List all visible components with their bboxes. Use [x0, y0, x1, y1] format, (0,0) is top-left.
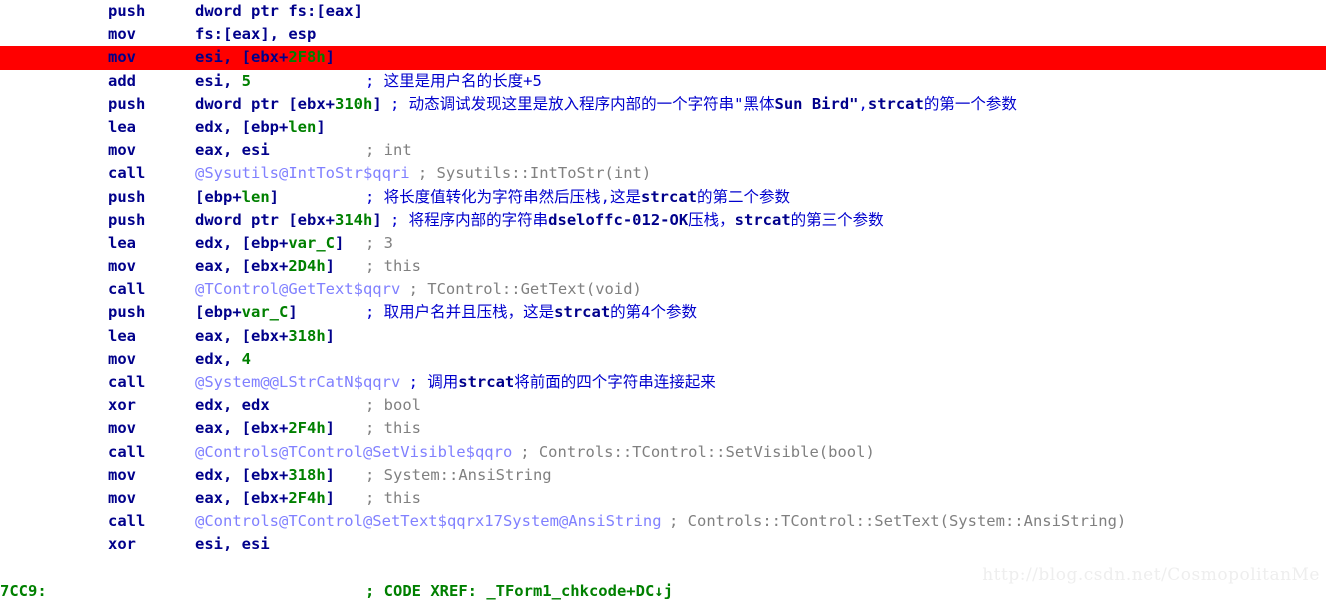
- instruction-operands[interactable]: esi, [ebx+2F8h]: [195, 46, 335, 69]
- disasm-line[interactable]: push dword ptr fs:[eax]: [0, 0, 1326, 23]
- instruction-comment: ; bool: [365, 396, 421, 415]
- instruction-mnemonic: add: [108, 71, 136, 90]
- disasm-line[interactable]: call @Controls@TControl@SetText$qqrx17Sys…: [0, 510, 1326, 533]
- instruction-comment: ; 调用strcat将前面的四个字符串连接起来: [408, 373, 716, 391]
- instruction-operands[interactable]: eax, esi: [195, 139, 270, 162]
- disasm-line[interactable]: lea edx, [ebp+len]: [0, 116, 1326, 139]
- disasm-line[interactable]: push [ebp+var_C] ; 取用户名并且压栈，这是strcat的第4个参数: [0, 301, 1326, 324]
- watermark-text: http://blog.csdn.net/CosmopolitanMe: [982, 565, 1320, 585]
- instruction-mnemonic: mov: [108, 141, 136, 160]
- instruction-comment: ; 将长度值转化为字符串然后压栈,这是strcat的第二个参数: [365, 187, 791, 206]
- instruction-operands[interactable]: esi, 5: [195, 70, 251, 93]
- instruction-operands[interactable]: esi, esi: [195, 533, 270, 556]
- instruction-operands[interactable]: @TControl@GetText$qqrv: [195, 278, 400, 301]
- disasm-line[interactable]: mov fs:[eax], esp: [0, 23, 1326, 46]
- instruction-operands[interactable]: @Controls@TControl@SetVisible$qqro: [195, 441, 512, 464]
- disasm-line[interactable]: call @Controls@TControl@SetVisible$qqro ; …: [0, 441, 1326, 464]
- disasm-line[interactable]: mov edx, 4: [0, 348, 1326, 371]
- instruction-comment: ; this: [365, 419, 421, 438]
- instruction-operands[interactable]: edx, 4: [195, 348, 251, 371]
- disasm-line[interactable]: mov esi, [ebx+2F8h]: [0, 46, 1326, 70]
- instruction-operands[interactable]: @System@@LStrCatN$qqrv: [195, 371, 400, 394]
- instruction-comment: ; 将程序内部的字符串dseloffc-012-OK压栈，strcat的第三个参…: [390, 210, 884, 229]
- disasm-line[interactable]: mov eax, [ebx+2D4h] ; this: [0, 255, 1326, 278]
- instruction-mnemonic: push: [108, 2, 146, 20]
- instruction-comment: ; Controls::TControl::SetText(System::An…: [669, 512, 1127, 531]
- instruction-mnemonic: lea: [108, 326, 136, 345]
- disasm-line[interactable]: push dword ptr [ebx+310h] ; 动态调试发现这里是放入程序内…: [0, 93, 1326, 116]
- code-xref-comment[interactable]: ; CODE XREF: _TForm1_chkcode+DC↓j: [365, 580, 673, 603]
- instruction-comment: ; System::AnsiString: [365, 465, 552, 484]
- instruction-operands[interactable]: @Controls@TControl@SetText$qqrx17System@…: [195, 510, 662, 533]
- instruction-operands[interactable]: [ebp+var_C]: [195, 301, 298, 324]
- instruction-mnemonic: mov: [108, 419, 136, 438]
- disasm-line[interactable]: xor esi, esi: [0, 533, 1326, 556]
- instruction-mnemonic: mov: [108, 349, 136, 368]
- disasm-line[interactable]: call @TControl@GetText$qqrv ; TControl::Ge…: [0, 278, 1326, 301]
- disasm-line[interactable]: mov edx, [ebx+318h] ; System::AnsiString: [0, 464, 1326, 487]
- instruction-comment: ; TControl::GetText(void): [408, 280, 642, 299]
- instruction-mnemonic: call: [108, 373, 146, 391]
- disasm-line[interactable]: lea eax, [ebx+318h]: [0, 325, 1326, 348]
- instruction-operands[interactable]: eax, [ebx+318h]: [195, 325, 335, 348]
- instruction-comment: ; 这里是用户名的长度+5: [365, 71, 542, 90]
- instruction-mnemonic: call: [108, 280, 146, 299]
- disasm-line[interactable]: lea edx, [ebp+var_C] ; 3: [0, 232, 1326, 255]
- disasm-line[interactable]: call @System@@LStrCatN$qqrv ; 调用strcat将前面的…: [0, 371, 1326, 394]
- instruction-operands[interactable]: edx, [ebx+318h]: [195, 464, 335, 487]
- instruction-operands[interactable]: edx, [ebp+len]: [195, 116, 326, 139]
- instruction-mnemonic: push: [108, 303, 146, 322]
- instruction-comment: ; 取用户名并且压栈，这是strcat的第4个参数: [365, 303, 698, 322]
- instruction-mnemonic: call: [108, 164, 146, 183]
- address-label[interactable]: 7CC9:: [0, 580, 47, 603]
- disasm-line[interactable]: push dword ptr [ebx+314h] ; 将程序内部的字符串dselo…: [0, 209, 1326, 232]
- instruction-mnemonic: push: [108, 187, 146, 206]
- instruction-operands[interactable]: dword ptr [ebx+314h]: [195, 209, 382, 232]
- instruction-operands[interactable]: fs:[eax], esp: [195, 23, 316, 46]
- instruction-mnemonic: mov: [108, 488, 136, 507]
- instruction-operands[interactable]: eax, [ebx+2D4h]: [195, 255, 335, 278]
- disasm-line[interactable]: xor edx, edx ; bool: [0, 394, 1326, 417]
- instruction-operands[interactable]: eax, [ebx+2F4h]: [195, 417, 335, 440]
- instruction-operands[interactable]: dword ptr fs:[eax]: [195, 0, 363, 23]
- instruction-mnemonic: xor: [108, 396, 136, 415]
- instruction-comment: ; Sysutils::IntToStr(int): [417, 164, 652, 183]
- instruction-mnemonic: push: [108, 94, 146, 113]
- instruction-comment: ; this: [365, 257, 421, 276]
- disasm-line[interactable]: push [ebp+len] ; 将长度值转化为字符串然后压栈,这是strcat的第…: [0, 186, 1326, 209]
- disasm-line[interactable]: mov eax, [ebx+2F4h] ; this: [0, 487, 1326, 510]
- instruction-operands[interactable]: edx, edx: [195, 394, 270, 417]
- instruction-operands[interactable]: dword ptr [ebx+310h]: [195, 93, 382, 116]
- disassembly-listing[interactable]: push dword ptr fs:[eax] mov fs:[eax], esp mo…: [0, 0, 1326, 600]
- instruction-mnemonic: lea: [108, 233, 136, 252]
- instruction-operands[interactable]: eax, [ebx+2F4h]: [195, 487, 335, 510]
- disasm-line[interactable]: mov eax, esi ; int: [0, 139, 1326, 162]
- instruction-comment: ; this: [365, 488, 421, 507]
- instruction-mnemonic: call: [108, 442, 146, 461]
- instruction-mnemonic: xor: [108, 535, 136, 554]
- instruction-mnemonic: mov: [108, 465, 136, 484]
- disasm-line[interactable]: mov eax, [ebx+2F4h] ; this: [0, 417, 1326, 440]
- instruction-comment: ; 3: [365, 233, 393, 252]
- instruction-mnemonic: call: [108, 512, 146, 531]
- instruction-mnemonic: lea: [108, 117, 136, 136]
- disasm-line[interactable]: call @Sysutils@IntToStr$qqri ; Sysutils::I…: [0, 162, 1326, 185]
- instruction-comment: ; 动态调试发现这里是放入程序内部的一个字符串"黑体Sun Bird",strc…: [390, 94, 1017, 113]
- disasm-line[interactable]: add esi, 5 ; 这里是用户名的长度+5: [0, 70, 1326, 93]
- instruction-mnemonic: push: [108, 210, 146, 229]
- instruction-operands[interactable]: [ebp+len]: [195, 186, 279, 209]
- instruction-mnemonic: mov: [108, 25, 136, 44]
- instruction-operands[interactable]: edx, [ebp+var_C]: [195, 232, 344, 255]
- instruction-comment: ; int: [365, 141, 412, 160]
- instruction-operands[interactable]: @Sysutils@IntToStr$qqri: [195, 162, 410, 185]
- instruction-mnemonic: mov: [108, 48, 136, 67]
- instruction-mnemonic: mov: [108, 257, 136, 276]
- instruction-comment: ; Controls::TControl::SetVisible(bool): [520, 442, 875, 461]
